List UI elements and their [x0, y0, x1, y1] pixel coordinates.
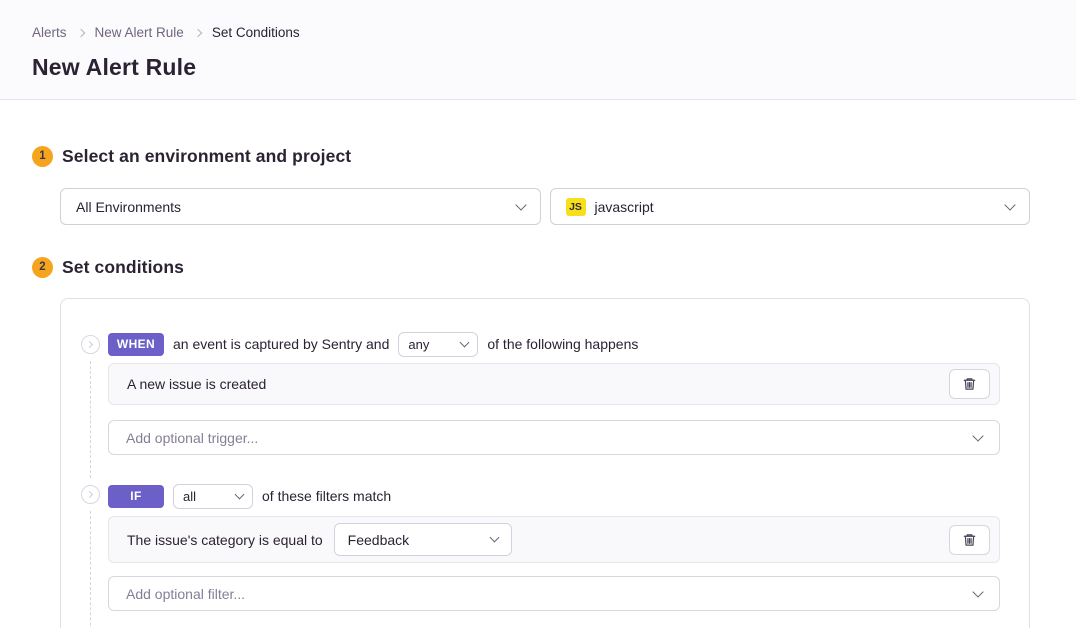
trigger-condition-row: A new issue is created [108, 363, 1000, 405]
filter-category-select[interactable]: Feedback [334, 523, 512, 556]
if-match-value: all [183, 489, 196, 504]
step1-number-badge: 1 [32, 146, 53, 167]
when-badge: WHEN [108, 333, 164, 356]
when-chevron-circle-icon [81, 335, 100, 354]
chevron-down-icon [972, 586, 983, 597]
environment-project-row: All Environments JS javascript [60, 188, 1030, 225]
step1-title: Select an environment and project [62, 146, 351, 167]
trigger-condition-label: A new issue is created [127, 376, 266, 392]
add-optional-filter-select[interactable]: Add optional filter... [108, 576, 1000, 611]
page-header: Alerts New Alert Rule Set Conditions New… [0, 0, 1076, 100]
step2-title: Set conditions [62, 257, 184, 278]
chevron-down-icon [460, 337, 470, 347]
trash-icon [962, 532, 977, 548]
filter-condition-row: The issue's category is equal to Feedbac… [108, 516, 1000, 563]
if-label-row: IF all of these filters match [108, 484, 1000, 508]
when-label-row: WHEN an event is captured by Sentry and … [108, 332, 1000, 356]
breadcrumb-alerts[interactable]: Alerts [32, 25, 67, 40]
connector-dashed-line [90, 361, 91, 478]
when-text-before: an event is captured by Sentry and [173, 336, 389, 352]
chevron-right-icon [76, 29, 84, 37]
if-match-select[interactable]: all [173, 484, 253, 509]
when-match-select[interactable]: any [398, 332, 478, 357]
breadcrumb-new-alert-rule[interactable]: New Alert Rule [95, 25, 184, 40]
environment-select-value: All Environments [76, 199, 181, 215]
delete-trigger-button[interactable] [949, 369, 990, 399]
add-optional-trigger-placeholder: Add optional trigger... [126, 430, 258, 446]
chevron-right-icon [194, 29, 202, 37]
when-match-value: any [408, 337, 429, 352]
chevron-down-icon [489, 533, 499, 543]
breadcrumb: Alerts New Alert Rule Set Conditions [32, 24, 1044, 41]
connector-dashed-line [90, 511, 91, 628]
project-select-value: javascript [595, 199, 654, 215]
delete-filter-button[interactable] [949, 525, 990, 555]
when-text-after: of the following happens [487, 336, 638, 352]
breadcrumb-set-conditions: Set Conditions [212, 25, 300, 40]
filter-condition-label: The issue's category is equal to [127, 532, 323, 548]
page-title: New Alert Rule [32, 54, 1044, 81]
step1-heading: 1 Select an environment and project [32, 144, 1030, 168]
chevron-down-icon [515, 199, 526, 210]
add-optional-trigger-select[interactable]: Add optional trigger... [108, 420, 1000, 455]
chevron-down-icon [972, 430, 983, 441]
step2-number-badge: 2 [32, 257, 53, 278]
trash-icon [962, 376, 977, 392]
step2-heading: 2 Set conditions [32, 255, 1030, 279]
filter-category-value: Feedback [348, 532, 409, 548]
if-chevron-circle-icon [81, 485, 100, 504]
conditions-card: WHEN an event is captured by Sentry and … [60, 298, 1030, 628]
main-content: 1 Select an environment and project All … [0, 100, 1076, 628]
chevron-down-icon [235, 489, 245, 499]
javascript-platform-icon: JS [566, 198, 586, 216]
environment-select[interactable]: All Environments [60, 188, 541, 225]
if-text-after: of these filters match [262, 488, 391, 504]
if-badge: IF [108, 485, 164, 508]
add-optional-filter-placeholder: Add optional filter... [126, 586, 245, 602]
project-select[interactable]: JS javascript [550, 188, 1031, 225]
chevron-down-icon [1004, 199, 1015, 210]
